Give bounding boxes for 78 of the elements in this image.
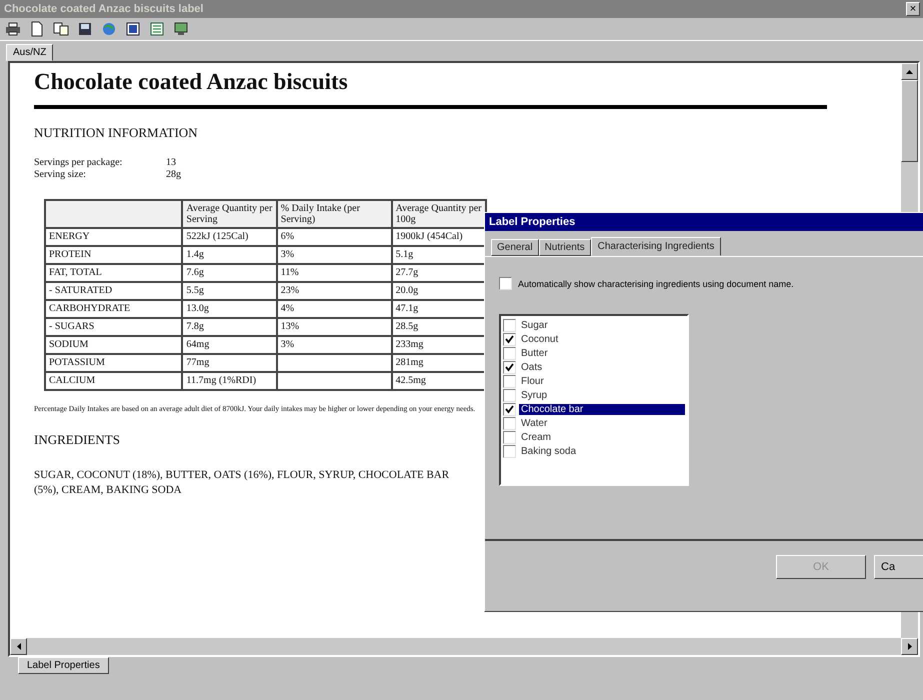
spreadsheet-icon[interactable] [148, 20, 166, 38]
document-icon[interactable] [124, 20, 142, 38]
table-cell: SODIUM [45, 336, 182, 354]
list-item[interactable]: Coconut [519, 334, 685, 344]
document-title: Chocolate coated Anzac biscuits [34, 69, 349, 95]
table-cell: 5.5g [182, 282, 277, 300]
up-arrow-icon[interactable] [906, 70, 913, 74]
checkbox[interactable] [503, 346, 516, 360]
window-title: Chocolate coated Anzac biscuits label [4, 3, 204, 15]
table-header: Average Quantity per 100g [392, 200, 486, 228]
list-item[interactable]: Butter [519, 348, 685, 358]
table-cell: 3% [276, 336, 392, 354]
list-item[interactable]: Oats [519, 362, 685, 372]
table-cell: - SUGARS [45, 318, 182, 336]
dialog-button[interactable]: Ca [874, 555, 923, 579]
printer-icon[interactable] [4, 20, 22, 38]
serving-value: 28g [166, 169, 182, 181]
checkbox[interactable] [503, 402, 516, 416]
table-cell: CALCIUM [45, 372, 182, 390]
table-cell: 1.4g [182, 246, 277, 264]
save-icon[interactable] [76, 20, 94, 38]
list-item[interactable]: Chocolate bar [519, 404, 685, 414]
table-cell: 522kJ (125Cal) [182, 228, 277, 246]
table-header: % Daily Intake (per Serving) [276, 200, 392, 228]
checkbox[interactable] [503, 430, 516, 444]
table-cell: 64mg [182, 336, 277, 354]
table-cell: 7.6g [182, 264, 277, 282]
table-cell: PROTEIN [45, 246, 182, 264]
serving-label: Serving size: [34, 169, 87, 181]
scrollbar-thumb[interactable] [901, 80, 918, 162]
list-item[interactable]: Cream [519, 432, 685, 442]
right-arrow-icon[interactable] [908, 643, 912, 650]
dialog-tab[interactable]: Characterising Ingredients [590, 237, 722, 256]
table-cell: ENERGY [45, 228, 182, 246]
checkbox[interactable] [503, 388, 516, 402]
section-heading: NUTRITION INFORMATION [34, 125, 198, 141]
table-cell: POTASSIUM [45, 354, 182, 372]
dialog-title: Label Properties [489, 216, 576, 228]
serving-label: Servings per package: [34, 157, 124, 169]
copy-icon[interactable] [52, 20, 70, 38]
bottom-tab[interactable]: Label Properties [18, 657, 109, 674]
table-cell: 11% [276, 264, 392, 282]
table-cell: 7.8g [182, 318, 277, 336]
serving-value: 13 [166, 157, 177, 169]
checkbox[interactable] [503, 332, 516, 346]
table-cell: 23% [276, 282, 392, 300]
table-cell: 13% [276, 318, 392, 336]
close-button[interactable]: × [906, 2, 920, 16]
table-cell: FAT, TOTAL [45, 264, 182, 282]
checkbox[interactable] [503, 318, 516, 332]
dialog-tab[interactable]: Nutrients [538, 239, 591, 256]
table-cell: 11.7mg (1%RDI) [182, 372, 277, 390]
list-item[interactable]: Flour [519, 376, 685, 386]
table-cell: 6% [276, 228, 392, 246]
table-cell: 77mg [182, 354, 277, 372]
document-tab[interactable]: Aus/NZ [6, 44, 54, 61]
table-cell: 3% [276, 246, 392, 264]
horizontal-scrollbar[interactable] [10, 638, 918, 655]
table-cell: 4% [276, 300, 392, 318]
table-cell: - SATURATED [45, 282, 182, 300]
list-item[interactable]: Baking soda [519, 446, 685, 456]
section-heading: INGREDIENTS [34, 432, 120, 448]
checkbox[interactable] [503, 444, 516, 458]
checkbox[interactable] [503, 360, 516, 374]
table-header: Average Quantity per Serving [182, 200, 277, 228]
checkbox-label: Automatically show characterising ingredients using document name. [518, 278, 794, 288]
checkbox[interactable] [503, 374, 516, 388]
dialog-tab[interactable]: General [491, 239, 539, 256]
left-arrow-icon[interactable] [16, 643, 20, 650]
table-cell: CARBOHYDRATE [45, 300, 182, 318]
ingredients-text: SUGAR, COCONUT (18%), BUTTER, OATS (16%), FLOUR, SYRUP, CHOCOLATE BAR (5%), CREAM, BAKING SODA [34, 468, 450, 498]
monitor-icon[interactable] [172, 20, 190, 38]
table-cell: 13.0g [182, 300, 277, 318]
list-item[interactable]: Syrup [519, 390, 685, 400]
checkbox[interactable] [499, 277, 512, 290]
checkbox[interactable] [503, 416, 516, 430]
list-item[interactable]: Water [519, 418, 685, 428]
list-item[interactable]: Sugar [519, 320, 685, 330]
